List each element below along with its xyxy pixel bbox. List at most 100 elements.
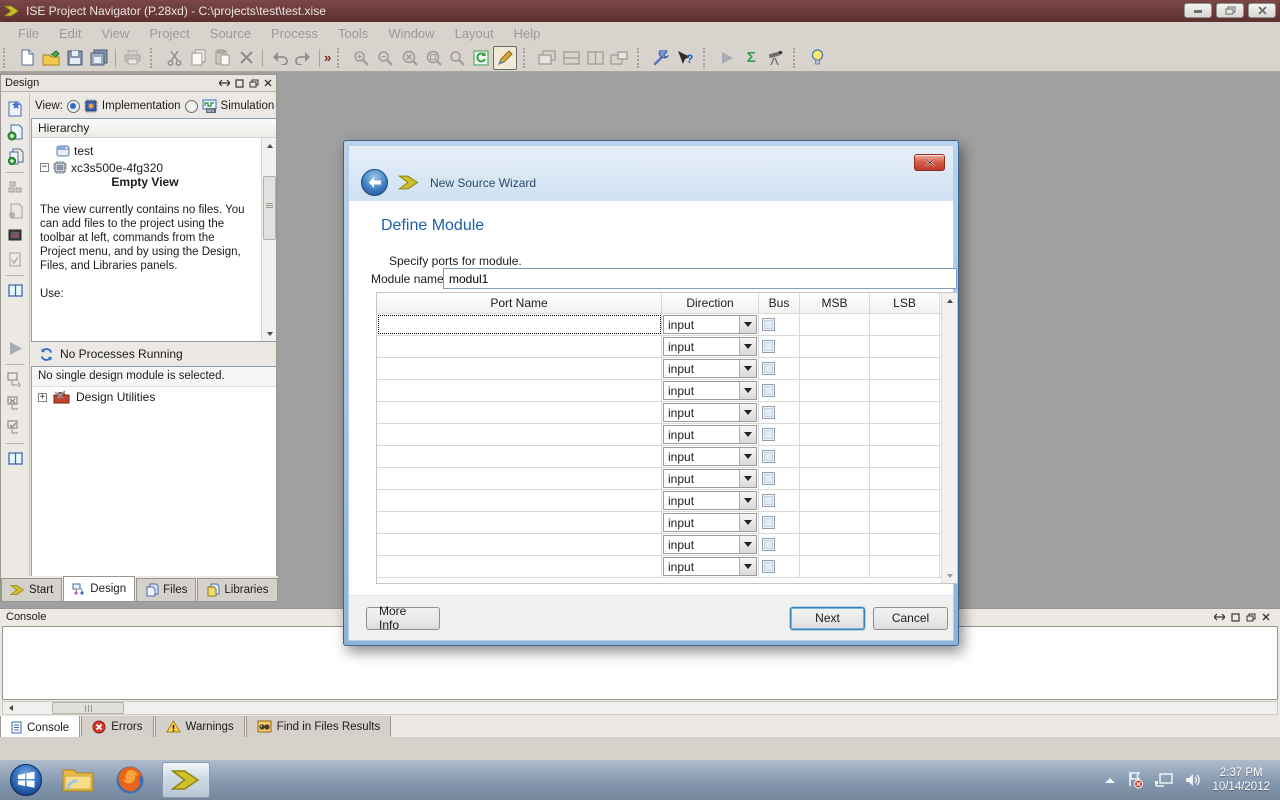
direction-combobox[interactable]: input (663, 447, 757, 466)
lightbulb-icon[interactable] (805, 46, 829, 70)
context-help-icon[interactable]: ? (673, 46, 697, 70)
port-name-cell[interactable] (377, 490, 662, 511)
lsb-cell[interactable] (870, 402, 940, 423)
add-source-icon[interactable] (4, 121, 26, 143)
menu-view[interactable]: View (91, 23, 139, 44)
zoom-out-icon[interactable] (373, 46, 397, 70)
bus-checkbox[interactable] (762, 384, 775, 397)
back-button[interactable] (361, 169, 388, 196)
tab-find-in-files[interactable]: Find in Files Results (246, 716, 392, 738)
dock-arrows-icon[interactable] (1214, 613, 1225, 621)
design-summary-icon[interactable] (4, 224, 26, 246)
analyze-telescope-icon[interactable] (763, 46, 787, 70)
show-hidden-icons[interactable] (1104, 776, 1116, 784)
settings-wrench-icon[interactable] (649, 46, 673, 70)
bus-checkbox[interactable] (762, 362, 775, 375)
bus-checkbox[interactable] (762, 428, 775, 441)
zoom-box-icon[interactable] (421, 46, 445, 70)
bus-checkbox[interactable] (762, 318, 775, 331)
menu-source[interactable]: Source (200, 23, 261, 44)
module-name-input[interactable] (443, 268, 957, 289)
float-panel-icon[interactable] (1246, 613, 1256, 622)
chevron-down-icon[interactable] (739, 316, 756, 333)
new-file-icon[interactable] (15, 46, 39, 70)
bus-checkbox[interactable] (762, 472, 775, 485)
stop-process-icon[interactable] (4, 392, 26, 414)
direction-combobox[interactable]: input (663, 491, 757, 510)
msb-cell[interactable] (800, 512, 870, 533)
msb-cell[interactable] (800, 556, 870, 577)
save-all-icon[interactable] (87, 46, 111, 70)
expand-icon[interactable]: + (38, 393, 47, 402)
lsb-cell[interactable] (870, 358, 940, 379)
console-hscrollbar[interactable] (2, 701, 1278, 715)
toolbar-overflow-icon[interactable]: » (324, 50, 331, 65)
chevron-down-icon[interactable] (739, 404, 756, 421)
float-panel-icon[interactable] (249, 79, 259, 88)
restore-button[interactable] (1216, 3, 1244, 18)
port-name-cell[interactable] (377, 402, 662, 423)
bus-checkbox[interactable] (762, 450, 775, 463)
add-copy-of-source-icon[interactable] (4, 145, 26, 167)
scroll-up-icon[interactable] (942, 293, 958, 308)
bus-checkbox[interactable] (762, 538, 775, 551)
lsb-cell[interactable] (870, 556, 940, 577)
new-source-icon[interactable] (4, 97, 26, 119)
open-project-icon[interactable] (39, 46, 63, 70)
msb-cell[interactable] (800, 358, 870, 379)
direction-combobox[interactable]: input (663, 513, 757, 532)
lsb-cell[interactable] (870, 336, 940, 357)
paste-icon[interactable] (210, 46, 234, 70)
tab-errors[interactable]: Errors (81, 716, 153, 738)
menu-project[interactable]: Project (139, 23, 199, 44)
simulation-label[interactable]: Simulation (221, 100, 275, 112)
port-name-cell[interactable] (377, 336, 662, 357)
msb-cell[interactable] (800, 424, 870, 445)
manage-partitions-icon[interactable] (4, 176, 26, 198)
msb-cell[interactable] (800, 490, 870, 511)
port-name-cell[interactable] (377, 446, 662, 467)
msb-cell[interactable] (800, 336, 870, 357)
show-columns-icon[interactable] (4, 279, 26, 301)
network-tray-icon[interactable] (1154, 772, 1174, 788)
maximize-panel-icon[interactable] (235, 79, 244, 88)
run-process-icon[interactable] (4, 337, 26, 359)
chevron-down-icon[interactable] (739, 426, 756, 443)
chevron-down-icon[interactable] (739, 558, 756, 575)
scroll-left-icon[interactable] (3, 701, 18, 716)
tree-item-device[interactable]: − xc3s500e-4fg320 (32, 159, 276, 176)
scroll-down-icon[interactable] (262, 326, 277, 341)
menu-layout[interactable]: Layout (445, 23, 504, 44)
more-info-button[interactable]: More Info (366, 607, 440, 630)
lsb-cell[interactable] (870, 380, 940, 401)
refresh-icon[interactable] (469, 46, 493, 70)
chevron-down-icon[interactable] (739, 514, 756, 531)
undo-icon[interactable] (267, 46, 291, 70)
print-icon[interactable] (120, 46, 144, 70)
direction-combobox[interactable]: input (663, 469, 757, 488)
copy-icon[interactable] (186, 46, 210, 70)
sum-icon[interactable]: Σ (739, 46, 763, 70)
lsb-cell[interactable] (870, 424, 940, 445)
minimize-button[interactable] (1184, 3, 1212, 18)
port-name-cell[interactable] (377, 358, 662, 379)
bus-checkbox[interactable] (762, 560, 775, 573)
collapse-icon[interactable]: − (40, 163, 49, 172)
tab-warnings[interactable]: Warnings (155, 716, 245, 738)
tile-horizontal-icon[interactable] (559, 46, 583, 70)
direction-combobox[interactable]: input (663, 381, 757, 400)
bus-checkbox[interactable] (762, 494, 775, 507)
rerun-all-icon[interactable] (4, 416, 26, 438)
lsb-cell[interactable] (870, 490, 940, 511)
implementation-label[interactable]: Implementation (102, 100, 181, 112)
check-syntax-icon[interactable] (4, 248, 26, 270)
scroll-thumb[interactable] (52, 702, 124, 714)
explorer-taskbar-icon[interactable] (52, 760, 104, 800)
msb-cell[interactable] (800, 380, 870, 401)
maximize-panel-icon[interactable] (1231, 613, 1240, 622)
dialog-close-button[interactable] (914, 154, 945, 171)
run-icon[interactable] (715, 46, 739, 70)
msb-cell[interactable] (800, 468, 870, 489)
chevron-down-icon[interactable] (739, 360, 756, 377)
rerun-process-icon[interactable] (4, 368, 26, 390)
